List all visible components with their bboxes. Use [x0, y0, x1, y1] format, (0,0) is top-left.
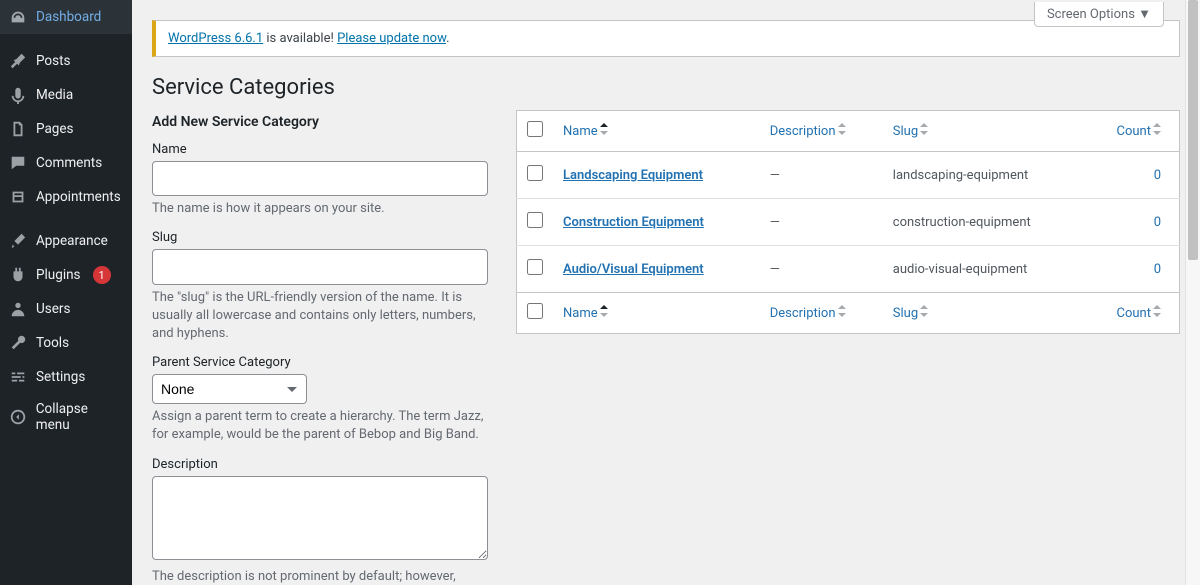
- slug-input[interactable]: [152, 249, 488, 284]
- category-count: 0: [1154, 262, 1161, 277]
- menu-label: Posts: [36, 53, 70, 69]
- table-row: Construction Equipment —construction-equi…: [517, 199, 1180, 246]
- sort-icon: [920, 123, 928, 135]
- plugin-update-badge: 1: [93, 266, 111, 284]
- add-category-form: Add New Service Category Name The name i…: [152, 110, 488, 585]
- row-checkbox[interactable]: [527, 259, 543, 275]
- table-row: Audio/Visual Equipment —audio-visual-equi…: [517, 246, 1180, 293]
- wrench-icon: [8, 333, 28, 353]
- categories-table: Name Description Slug Count Landscaping …: [516, 110, 1180, 334]
- parent-label: Parent Service Category: [152, 355, 488, 370]
- category-count: 0: [1154, 215, 1161, 230]
- screen-options-label: Screen Options ▼: [1047, 7, 1151, 22]
- category-description: —: [760, 246, 883, 293]
- dashboard-icon: [8, 7, 28, 27]
- description-label: Description: [152, 457, 488, 472]
- menu-label: Media: [36, 87, 73, 103]
- menu-label: Appearance: [36, 233, 108, 249]
- menu-label: Settings: [36, 369, 85, 385]
- menu-posts[interactable]: Posts: [0, 44, 132, 78]
- brush-icon: [8, 231, 28, 251]
- category-slug: audio-visual-equipment: [883, 246, 1086, 293]
- table-row: Landscaping Equipment —landscaping-equipm…: [517, 152, 1180, 199]
- category-slug: landscaping-equipment: [883, 152, 1086, 199]
- category-name-link[interactable]: Construction Equipment: [563, 215, 704, 230]
- menu-users[interactable]: Users: [0, 292, 132, 326]
- sliders-icon: [8, 367, 28, 387]
- row-checkbox[interactable]: [527, 165, 543, 181]
- category-name-link[interactable]: Audio/Visual Equipment: [563, 262, 704, 277]
- name-help: The name is how it appears on your site.: [152, 200, 488, 218]
- slug-label: Slug: [152, 230, 488, 245]
- user-icon: [8, 299, 28, 319]
- pin-icon: [8, 51, 28, 71]
- description-help: The description is not prominent by defa…: [152, 568, 488, 585]
- scrollbar[interactable]: [1185, 0, 1200, 585]
- form-title: Add New Service Category: [152, 114, 488, 130]
- category-count: 0: [1154, 168, 1161, 183]
- description-input[interactable]: [152, 476, 488, 560]
- menu-comments[interactable]: Comments: [0, 146, 132, 180]
- category-description: —: [760, 152, 883, 199]
- sort-icon: [920, 305, 928, 317]
- name-label: Name: [152, 142, 488, 157]
- update-now-link[interactable]: Please update now: [337, 31, 446, 46]
- menu-media[interactable]: Media: [0, 78, 132, 112]
- menu-tools[interactable]: Tools: [0, 326, 132, 360]
- parent-help: Assign a parent term to create a hierarc…: [152, 408, 488, 444]
- page-title: Service Categories: [152, 75, 1180, 100]
- sort-icon: [1153, 123, 1161, 135]
- menu-label: Plugins: [36, 267, 81, 283]
- menu-plugins[interactable]: Plugins 1: [0, 258, 132, 292]
- category-description: —: [760, 199, 883, 246]
- menu-settings[interactable]: Settings: [0, 360, 132, 394]
- select-all-top[interactable]: [527, 121, 543, 137]
- menu-label: Dashboard: [36, 9, 101, 25]
- sort-icon: [600, 123, 608, 135]
- collapse-icon: [8, 407, 28, 427]
- sort-icon: [1153, 305, 1161, 317]
- media-icon: [8, 85, 28, 105]
- category-name-link[interactable]: Landscaping Equipment: [563, 168, 703, 183]
- col-slug-header[interactable]: Slug: [883, 111, 1086, 152]
- screen-options-toggle[interactable]: Screen Options ▼: [1034, 2, 1164, 27]
- menu-label: Appointments: [36, 189, 121, 205]
- menu-label: Users: [36, 301, 70, 317]
- sort-icon: [838, 305, 846, 317]
- menu-dashboard[interactable]: Dashboard: [0, 0, 132, 34]
- menu-appearance[interactable]: Appearance: [0, 224, 132, 258]
- col-name-footer[interactable]: Name: [553, 293, 760, 334]
- menu-pages[interactable]: Pages: [0, 112, 132, 146]
- main-content: Screen Options ▼ WordPress 6.6.1 is avai…: [132, 0, 1200, 585]
- categories-table-wrap: Name Description Slug Count Landscaping …: [516, 110, 1180, 585]
- row-checkbox[interactable]: [527, 212, 543, 228]
- pages-icon: [8, 119, 28, 139]
- plugin-icon: [8, 265, 28, 285]
- sort-icon: [600, 305, 608, 317]
- slug-help: The "slug" is the URL-friendly version o…: [152, 289, 488, 344]
- col-slug-footer[interactable]: Slug: [883, 293, 1086, 334]
- menu-collapse[interactable]: Collapse menu: [0, 394, 132, 440]
- wp-version-link[interactable]: WordPress 6.6.1: [168, 31, 263, 46]
- notice-text: is available!: [263, 31, 337, 46]
- sort-icon: [838, 123, 846, 135]
- col-count-footer[interactable]: Count: [1086, 293, 1180, 334]
- col-description-footer[interactable]: Description: [760, 293, 883, 334]
- select-all-bottom[interactable]: [527, 303, 543, 319]
- menu-label: Comments: [36, 155, 102, 171]
- comments-icon: [8, 153, 28, 173]
- name-input[interactable]: [152, 161, 488, 196]
- menu-label: Tools: [36, 335, 69, 351]
- parent-select[interactable]: None: [152, 374, 307, 404]
- category-slug: construction-equipment: [883, 199, 1086, 246]
- menu-label: Collapse menu: [36, 401, 124, 433]
- menu-appointments[interactable]: Appointments: [0, 180, 132, 214]
- col-count-header[interactable]: Count: [1086, 111, 1180, 152]
- col-name-header[interactable]: Name: [553, 111, 760, 152]
- calendar-icon: [8, 187, 28, 207]
- col-description-header[interactable]: Description: [760, 111, 883, 152]
- menu-label: Pages: [36, 121, 74, 137]
- update-notice: WordPress 6.6.1 is available! Please upd…: [152, 20, 1180, 57]
- admin-sidebar: Dashboard Posts Media Pages Comments App…: [0, 0, 132, 585]
